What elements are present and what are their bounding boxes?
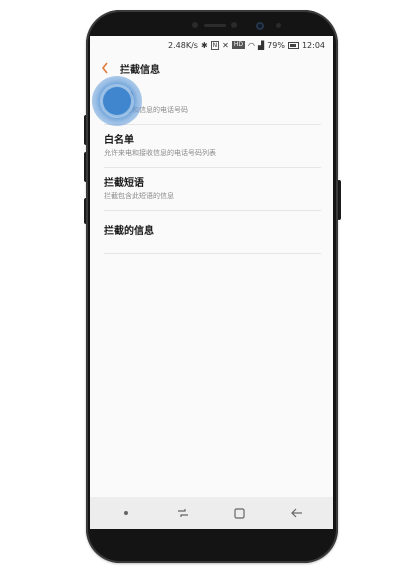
recent-apps-icon xyxy=(178,509,189,517)
screen: 2.48K/s ✱ N ✕ HD ◠ ▟ 79% 12:04 拦截信息 黑名单 … xyxy=(90,36,333,529)
bluetooth-icon: ✱ xyxy=(200,40,208,50)
status-bar: 2.48K/s ✱ N ✕ HD ◠ ▟ 79% 12:04 xyxy=(90,36,333,54)
navigation-bar xyxy=(90,497,333,529)
list-item-title: 白名单 xyxy=(104,134,134,146)
iris-sensor xyxy=(231,22,237,28)
nfc-icon: N xyxy=(210,40,220,50)
list-item-title: 拦截的信息 xyxy=(104,226,154,237)
top-bezel xyxy=(86,10,338,36)
back-arrow-icon xyxy=(101,62,108,74)
home-button[interactable] xyxy=(226,501,254,525)
list-item-block-phrases[interactable]: 拦截短语 拦截包含此短语的信息 xyxy=(104,168,321,211)
list-item-title: 拦截短语 xyxy=(104,177,144,189)
mute-icon: ✕ xyxy=(222,40,229,50)
hd-badge: HD xyxy=(231,41,246,49)
battery-icon xyxy=(287,41,299,49)
signal-icon: ▟ xyxy=(258,40,265,50)
page-title: 拦截信息 xyxy=(120,64,160,76)
earpiece-speaker xyxy=(204,24,226,27)
back-icon xyxy=(290,508,302,518)
list-item-subtitle: 拦截包含此短语的信息 xyxy=(104,191,174,200)
tap-indicator-core xyxy=(103,87,131,115)
home-icon xyxy=(234,507,245,519)
nav-back-button[interactable] xyxy=(283,501,311,525)
front-camera-icon xyxy=(256,22,264,30)
list-item-blocked-messages[interactable]: 拦截的信息 xyxy=(104,211,321,254)
clock: 12:04 xyxy=(301,40,325,50)
proximity-sensor xyxy=(192,22,198,28)
tap-indicator xyxy=(92,76,142,126)
app-bar: 拦截信息 xyxy=(90,56,333,80)
recent-apps-button[interactable] xyxy=(169,501,197,525)
battery-percent: 79% xyxy=(267,40,285,50)
list-item-whitelist[interactable]: 白名单 允许来电和接收信息的电话号码列表 xyxy=(104,125,321,168)
nav-dot-button[interactable] xyxy=(112,501,140,525)
light-sensor xyxy=(276,23,281,28)
network-speed: 2.48K/s xyxy=(168,40,198,50)
dot-icon xyxy=(124,511,129,515)
wifi-icon: ◠ xyxy=(248,40,255,50)
list-item-subtitle: 允许来电和接收信息的电话号码列表 xyxy=(104,148,216,157)
